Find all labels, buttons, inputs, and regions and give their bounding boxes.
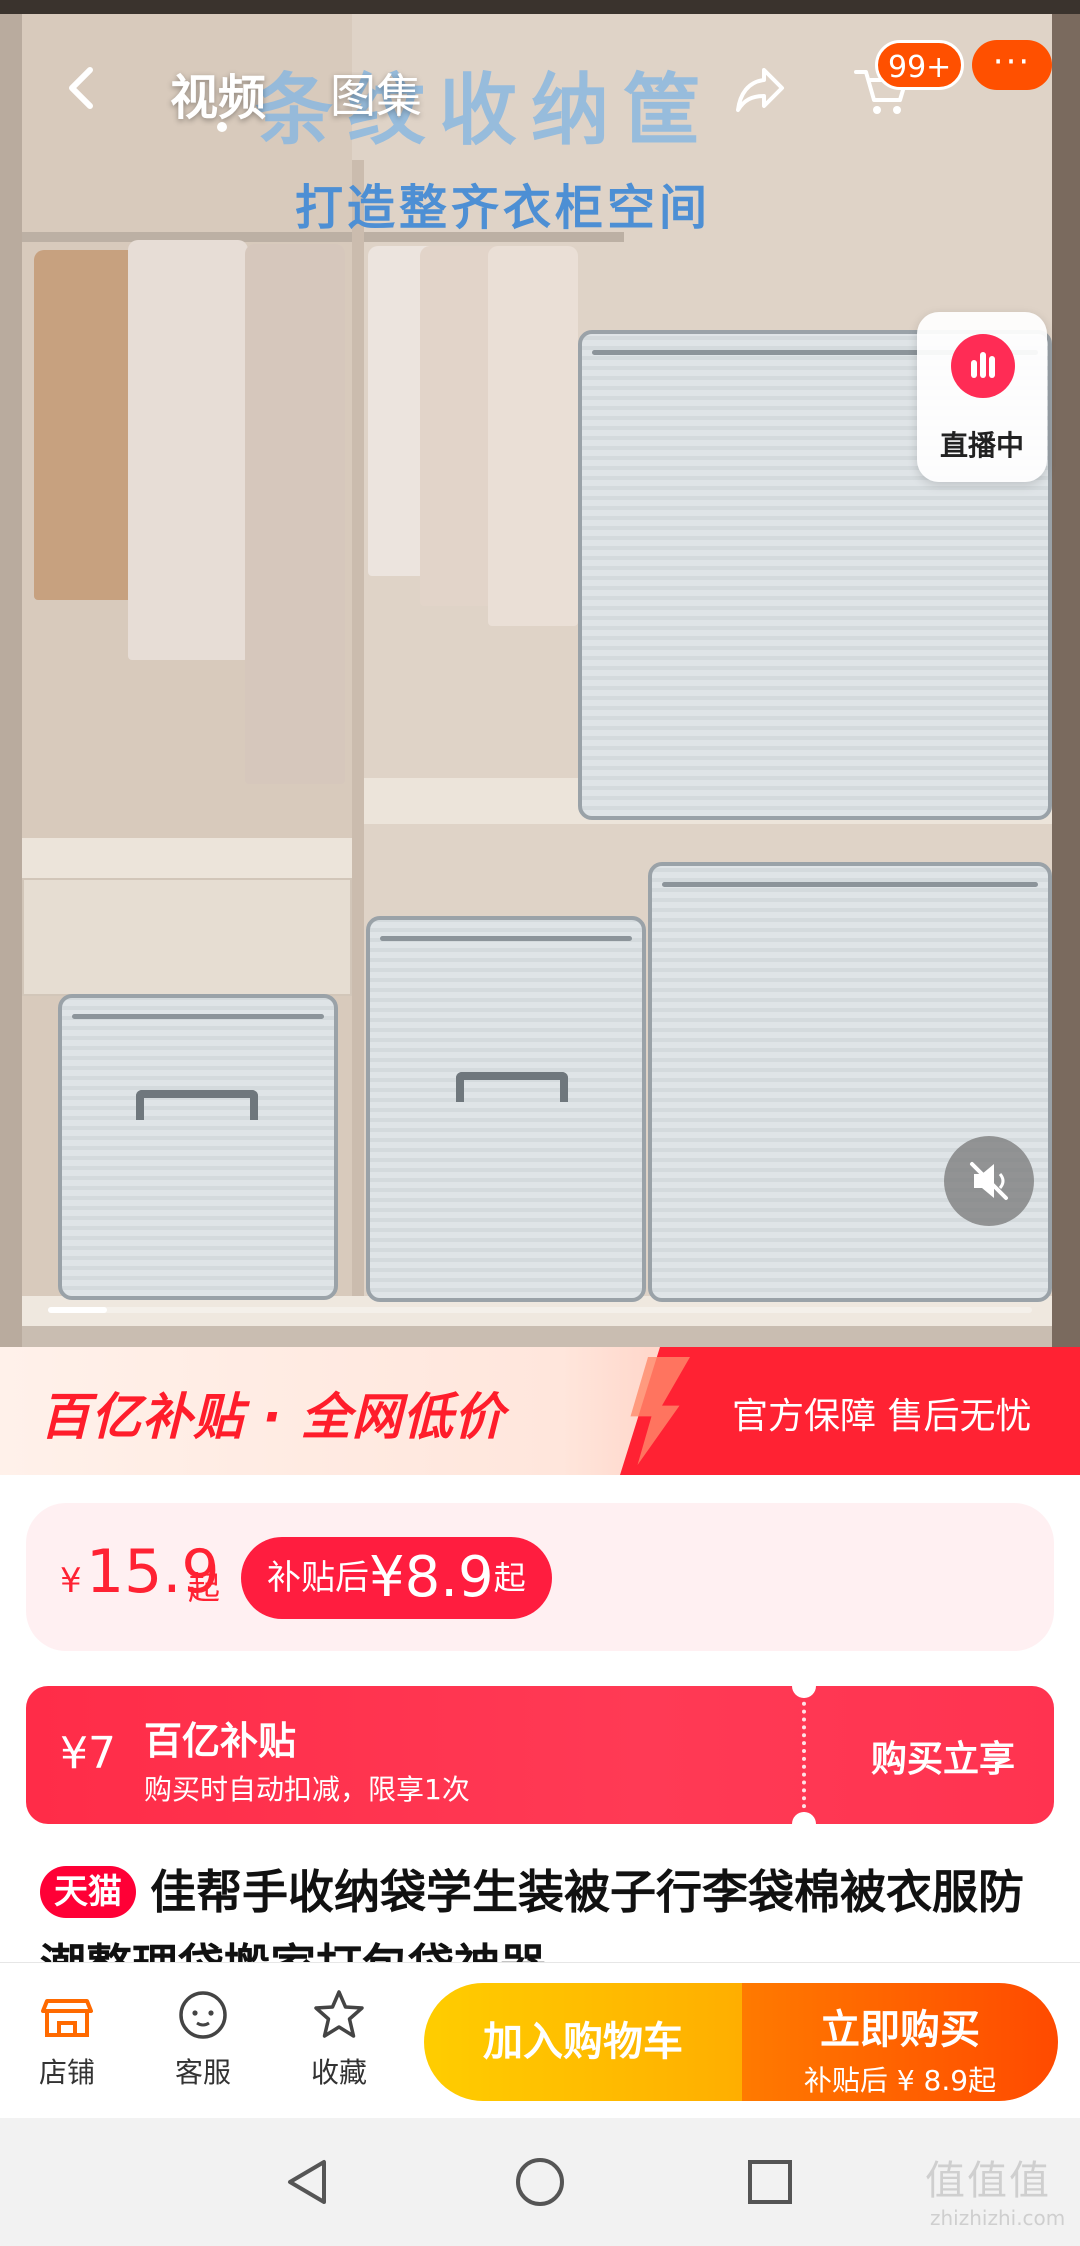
active-tab-indicator xyxy=(217,122,227,132)
wardrobe-divider xyxy=(352,160,364,1310)
service-label: 客服 xyxy=(174,2056,231,2089)
coupon-buy-button[interactable]: 购买立享 xyxy=(871,1730,1015,1782)
shop-button[interactable]: 店铺 xyxy=(12,1987,122,2091)
product-title-block: 天猫佳帮手收纳袋学生装被子行李袋棉被衣服防潮整理袋搬家打包袋神器 xyxy=(40,1855,1050,1963)
hero-subheadline: 打造整齐衣柜空间 xyxy=(295,180,712,236)
subsidy-banner: 百亿补贴 · 全网低价 官方保障 售后无忧 xyxy=(0,1347,1080,1475)
wardrobe-right-edge xyxy=(1052,14,1080,1347)
nav-recent-icon[interactable] xyxy=(744,2156,796,2208)
subsidy-price-pill: 补贴后¥8.9起 xyxy=(241,1537,552,1619)
video-progress[interactable] xyxy=(48,1307,1032,1313)
favorite-label: 收藏 xyxy=(310,2056,367,2089)
cart-count-badge: 99+ xyxy=(875,40,965,90)
garment-blazer xyxy=(245,244,345,784)
nav-back-icon[interactable] xyxy=(280,2154,336,2210)
price-card: ¥ 15.9 起 补贴后¥8.9起 xyxy=(26,1503,1054,1651)
live-stream-chip[interactable]: 直播中 xyxy=(917,312,1047,482)
service-icon xyxy=(179,1991,227,2039)
wardrobe-wall xyxy=(0,14,22,1347)
mute-button[interactable] xyxy=(944,1136,1034,1226)
tab-gallery[interactable]: 图集 xyxy=(330,60,422,126)
subsidy-amount: ¥8.9 xyxy=(369,1545,494,1610)
buy-now-label: 立即购买 xyxy=(820,2007,980,2053)
coupon-title: 百亿补贴 xyxy=(144,1719,297,1763)
banner-title: 百亿补贴 · 全网低价 xyxy=(40,1388,505,1446)
banner-guarantee: 官方保障 售后无忧 xyxy=(732,1396,1032,1437)
coupon-amount: ¥7 xyxy=(60,1728,116,1779)
star-icon xyxy=(314,1990,364,2038)
watermark-url: zhizhizhi.com xyxy=(930,2206,1066,2230)
drawer xyxy=(22,878,352,996)
more-menu-button[interactable]: ··· xyxy=(972,40,1052,90)
subsidy-coupon[interactable]: ¥7 百亿补贴 购买时自动扣减，限享1次 购买立享 xyxy=(26,1686,1054,1824)
add-to-cart-button[interactable]: 加入购物车 xyxy=(424,1983,742,2101)
watermark-logo: 值值值 xyxy=(925,2158,1051,2204)
mute-icon xyxy=(970,1162,1008,1200)
video-progress-fill xyxy=(48,1307,108,1313)
nav-home-icon[interactable] xyxy=(512,2154,568,2210)
garment-shirt-light xyxy=(128,240,248,660)
share-icon[interactable] xyxy=(730,60,790,120)
bottom-action-bar: 店铺 客服 收藏 加入购物车 立即购买 补贴后 ¥ 8.9起 xyxy=(0,1962,1080,2118)
tmall-tag: 天猫 xyxy=(40,1866,136,1918)
storage-bag-small xyxy=(58,994,338,1300)
garment-shirt-4 xyxy=(488,246,578,626)
tab-video[interactable]: 视频 xyxy=(170,58,266,128)
live-label: 直播中 xyxy=(939,429,1024,462)
buy-now-button[interactable]: 立即购买 补贴后 ¥ 8.9起 xyxy=(742,1983,1058,2101)
top-navbar: 视频 图集 99+ ··· xyxy=(0,40,1080,140)
product-detail-screen: 条纹收纳筐 打造整齐衣柜空间 视频 图集 99+ ··· 直播中 百亿补贴 · … xyxy=(0,0,1080,2246)
system-navigation-bar: 值值值 zhizhizhi.com xyxy=(0,2118,1080,2246)
shop-icon xyxy=(41,1999,93,2037)
coupon-notch-bottom xyxy=(792,1812,816,1824)
storage-bag-medium xyxy=(366,916,646,1302)
shelf-left xyxy=(22,838,352,878)
status-strip xyxy=(0,0,1080,14)
back-icon[interactable] xyxy=(58,62,110,114)
product-title: 佳帮手收纳袋学生装被子行李袋棉被衣服防潮整理袋搬家打包袋神器 xyxy=(40,1865,1024,1963)
price-suffix: 起 xyxy=(188,1569,221,1607)
live-icon xyxy=(951,334,1015,398)
subsidy-suffix: 起 xyxy=(493,1559,526,1597)
price-currency: ¥ xyxy=(60,1561,82,1601)
coupon-description: 购买时自动扣减，限享1次 xyxy=(144,1773,470,1806)
subsidy-label: 补贴后 xyxy=(267,1558,369,1598)
customer-service-button[interactable]: 客服 xyxy=(148,1987,258,2091)
buy-now-subsidy-price: 补贴后 ¥ 8.9起 xyxy=(803,2064,997,2097)
coupon-notch-top xyxy=(792,1686,816,1698)
product-video[interactable]: 条纹收纳筐 打造整齐衣柜空间 视频 图集 99+ ··· 直播中 xyxy=(0,0,1080,1347)
shop-label: 店铺 xyxy=(38,2056,95,2089)
favorite-button[interactable]: 收藏 xyxy=(284,1987,394,2091)
coupon-tear-line xyxy=(802,1686,806,1824)
storage-bag-large-bottom xyxy=(648,862,1052,1302)
